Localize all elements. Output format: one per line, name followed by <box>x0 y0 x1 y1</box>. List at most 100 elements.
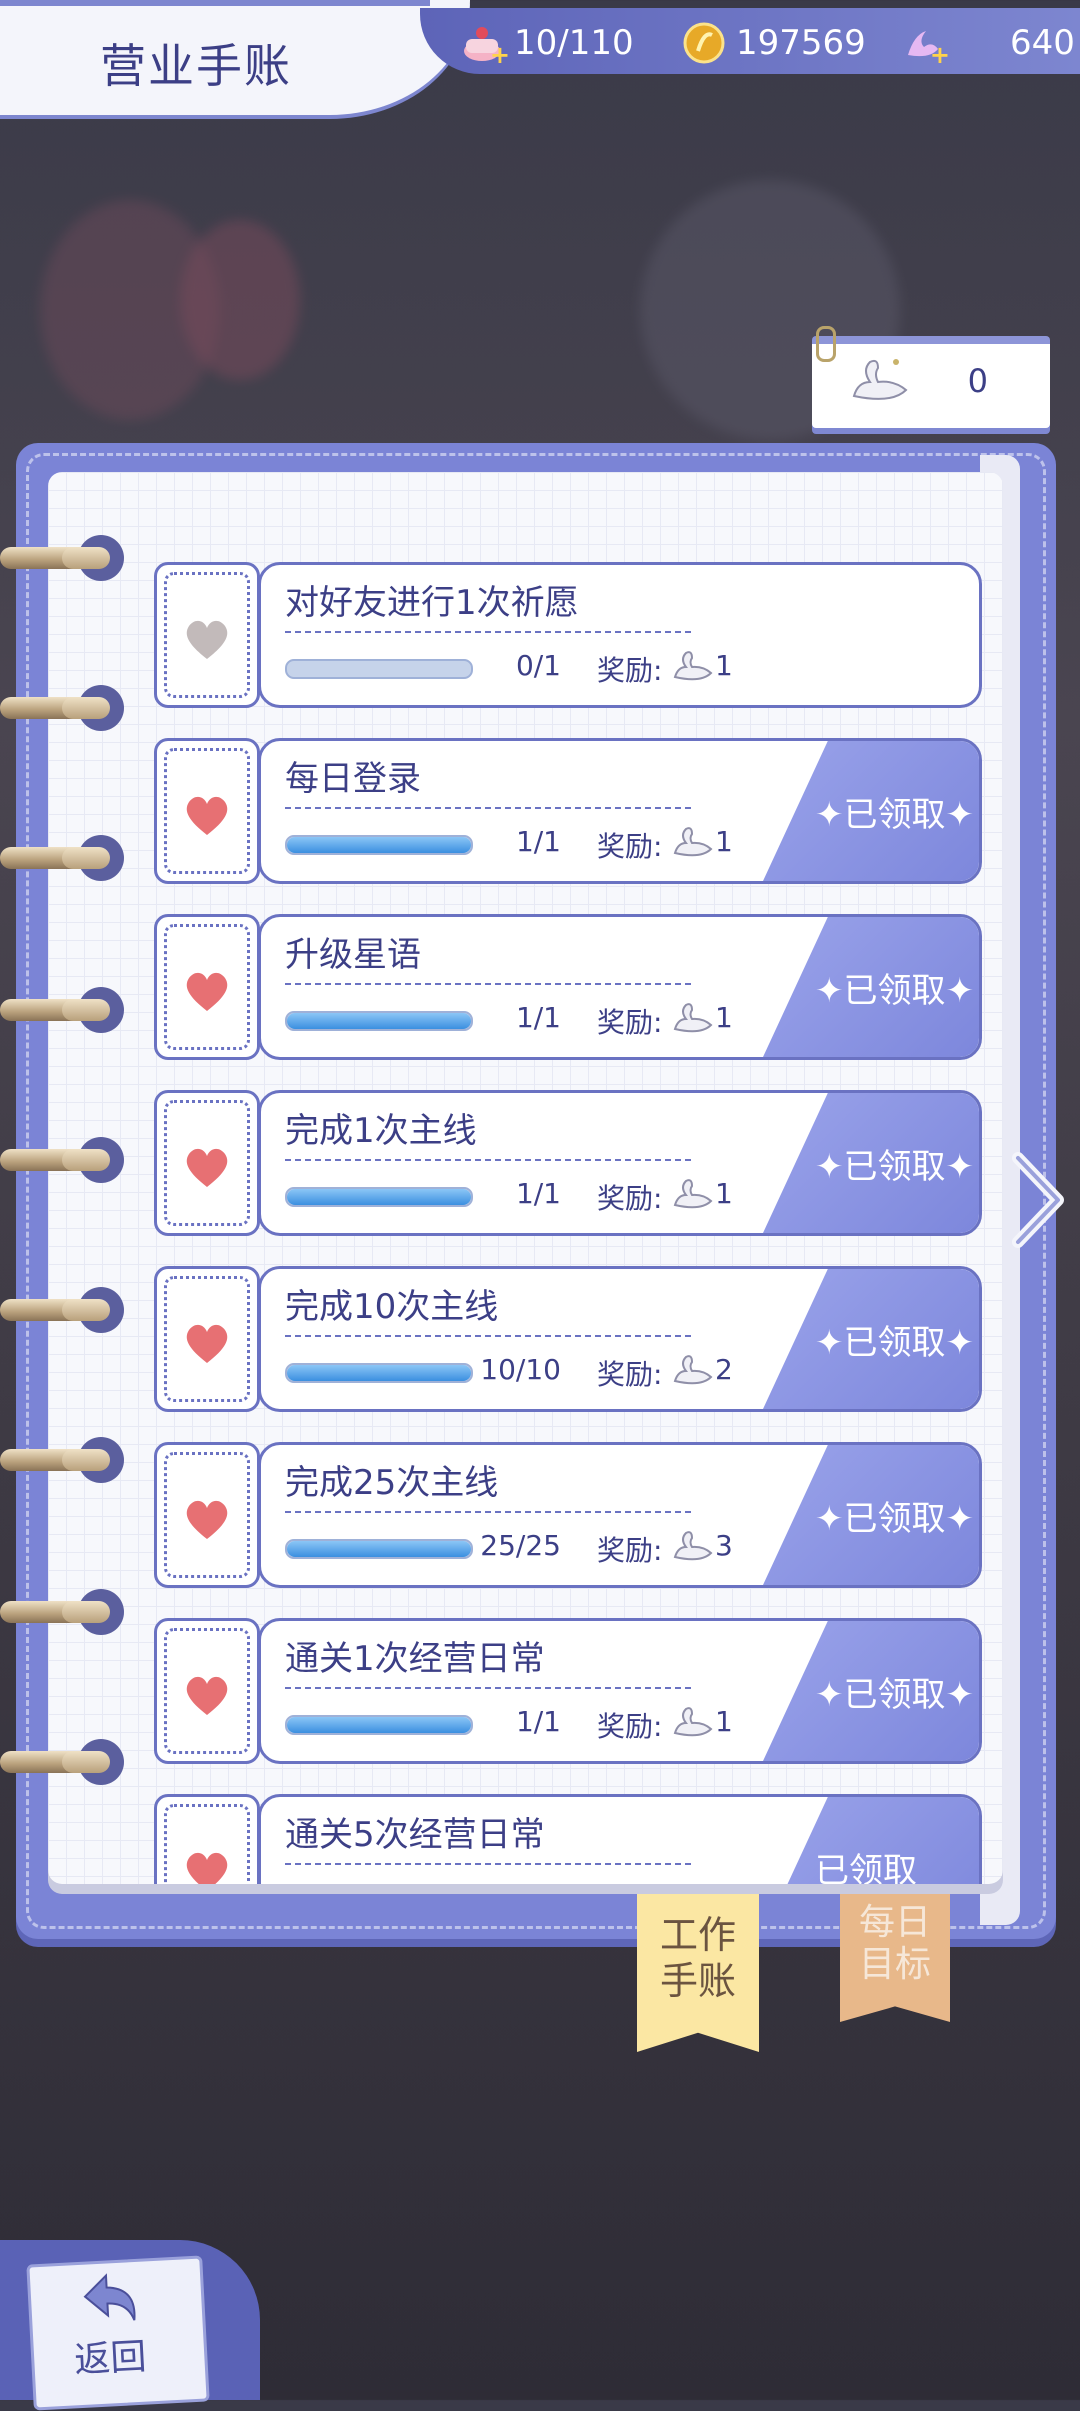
progress-bar <box>285 659 473 679</box>
divider <box>285 983 691 985</box>
resource-gold: 197569 <box>682 18 866 68</box>
notebook-ring <box>0 1287 124 1333</box>
progress-text: 1/1 <box>515 1705 561 1738</box>
heart-icon <box>183 1673 231 1717</box>
swan-reward-icon <box>671 1175 713 1213</box>
divider <box>285 807 691 809</box>
divider <box>285 1335 691 1337</box>
claimed-label: ✦已领取✦ <box>815 795 974 835</box>
task-row[interactable]: 通关1次经营日常 1/1 奖励: 1 ✦已领取✦ <box>154 1618 982 1764</box>
crystal-value: 640 <box>1010 23 1075 63</box>
task-heart-frame <box>154 1090 260 1236</box>
progress-text: 1/1 <box>515 1177 561 1210</box>
divider <box>285 1159 691 1161</box>
claimed-badge: ✦已领取✦ <box>763 1093 979 1233</box>
claimed-label: ✦已领取✦ <box>815 1499 974 1539</box>
task-name: 通关5次经营日常 <box>285 1815 545 1855</box>
progress-text: 10/10 <box>480 1353 561 1386</box>
task-heart-frame <box>154 1794 260 1884</box>
task-heart-frame <box>154 562 260 708</box>
swan-reward-icon <box>671 999 713 1037</box>
next-page-arrow-icon[interactable] <box>1010 1152 1066 1248</box>
task-card: 完成10次主线 10/10 奖励: 2 ✦已领取✦ <box>258 1266 982 1412</box>
task-heart-frame <box>154 914 260 1060</box>
task-row[interactable]: 完成10次主线 10/10 奖励: 2 ✦已领取✦ <box>154 1266 982 1412</box>
resource-stamina[interactable]: + 10/110 <box>460 18 634 69</box>
claimed-badge: ✦已领取✦ <box>763 1621 979 1761</box>
heart-icon <box>183 969 231 1013</box>
stamina-value: 10/110 <box>514 23 634 63</box>
divider <box>285 1511 691 1513</box>
reward-quantity: 1 <box>715 1177 733 1210</box>
reward-quantity: 3 <box>715 1529 733 1562</box>
claimed-badge: ✦已领取✦ <box>763 741 979 881</box>
tab-daily-label: 每日目标 <box>858 1902 931 1985</box>
notebook-ring <box>0 535 124 581</box>
resource-bar: + 10/110 197569 + 640 <box>420 8 1080 74</box>
reward-quantity: 1 <box>715 1705 733 1738</box>
task-row[interactable]: 升级星语 1/1 奖励: 1 ✦已领取✦ <box>154 914 982 1060</box>
task-page[interactable]: 对好友进行1次祈愿 0/1 奖励: 1 每日登录 1/1 奖励: 1 ✦已领取✦ 升级星语 1/1 奖… <box>48 472 1003 1884</box>
reward-label: 奖励: <box>597 1710 663 1743</box>
reward-label: 奖励: <box>597 830 663 863</box>
task-name: 通关1次经营日常 <box>285 1639 545 1679</box>
task-heart-frame <box>154 1442 260 1588</box>
divider <box>285 631 691 633</box>
heart-icon <box>183 617 231 661</box>
swan-reward-icon <box>671 1703 713 1741</box>
reward-quantity: 1 <box>715 825 733 858</box>
task-row[interactable]: 每日登录 1/1 奖励: 1 ✦已领取✦ <box>154 738 982 884</box>
task-name: 对好友进行1次祈愿 <box>285 583 579 623</box>
claimed-label: ✦已领取✦ <box>815 971 974 1011</box>
divider <box>285 1687 691 1689</box>
resource-crystal[interactable]: + 640 <box>900 18 1075 69</box>
task-name: 升级星语 <box>285 935 421 975</box>
reward-quantity: 1 <box>715 1001 733 1034</box>
heart-icon <box>183 793 231 837</box>
divider <box>285 1863 691 1865</box>
gold-value: 197569 <box>736 23 866 63</box>
back-button[interactable]: 返回 <box>26 2255 210 2411</box>
task-card: 完成25次主线 25/25 奖励: 3 ✦已领取✦ <box>258 1442 982 1588</box>
task-card: 升级星语 1/1 奖励: 1 ✦已领取✦ <box>258 914 982 1060</box>
task-row[interactable]: 完成25次主线 25/25 奖励: 3 ✦已领取✦ <box>154 1442 982 1588</box>
swan-reward-icon <box>671 1351 713 1389</box>
reward-quantity: 2 <box>715 1353 733 1386</box>
progress-bar <box>285 1187 473 1207</box>
swan-token-icon <box>852 359 908 400</box>
tab-work-label: 工作手账 <box>659 1913 736 2003</box>
page-title: 营业手账 <box>100 39 292 93</box>
reward-label: 奖励: <box>597 1182 663 1215</box>
task-heart-frame <box>154 1266 260 1412</box>
task-row[interactable]: 对好友进行1次祈愿 0/1 奖励: 1 <box>154 562 982 708</box>
tab-daily-goals[interactable]: 每日目标 <box>840 1892 950 2022</box>
reward-label: 奖励: <box>597 654 663 687</box>
task-card: 完成1次主线 1/1 奖励: 1 ✦已领取✦ <box>258 1090 982 1236</box>
claimed-badge: ✦已领取✦ <box>763 1445 979 1585</box>
claimed-badge: ✦已领取✦ <box>763 917 979 1057</box>
notebook-ring <box>0 987 124 1033</box>
notebook-ring <box>0 1137 124 1183</box>
claimed-label: ✦已领取✦ <box>815 1147 974 1187</box>
heart-icon <box>183 1497 231 1541</box>
task-heart-frame <box>154 738 260 884</box>
tab-work-journal[interactable]: 工作手账 <box>637 1892 759 2052</box>
task-row[interactable]: 完成1次主线 1/1 奖励: 1 ✦已领取✦ <box>154 1090 982 1236</box>
claimed-label: ✦已领取✦ <box>815 1675 974 1715</box>
reward-label: 奖励: <box>597 1006 663 1039</box>
notebook-ring <box>0 1739 124 1785</box>
notebook-ring <box>0 685 124 731</box>
heart-icon <box>183 1849 231 1884</box>
top-bar: 营业手账 + 10/110 197569 + 640 <box>0 0 1080 120</box>
claimed-badge: 已领取 <box>763 1797 979 1884</box>
progress-bar <box>285 1363 473 1383</box>
token-count: 0 <box>967 362 988 400</box>
task-row[interactable]: 通关5次经营日常 已领取 <box>154 1794 982 1884</box>
swan-reward-icon <box>671 647 713 685</box>
heart-icon <box>183 1321 231 1365</box>
claimed-badge: ✦已领取✦ <box>763 1269 979 1409</box>
reward-label: 奖励: <box>597 1358 663 1391</box>
notebook-ring <box>0 835 124 881</box>
cake-stamina-icon: + <box>460 21 510 69</box>
task-name: 每日登录 <box>285 759 421 799</box>
